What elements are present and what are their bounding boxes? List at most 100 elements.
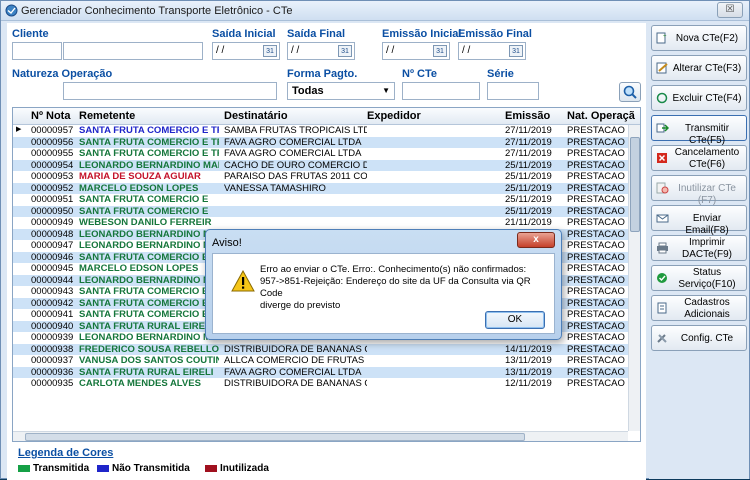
cell-remetente: SANTA FRUTA COMERCIO E TRA [79,148,219,159]
column-header-expedidor[interactable]: Expedidor [367,110,421,122]
cliente-name-input[interactable] [63,42,203,60]
email-icon [656,214,669,223]
cell-nota: 00000949 [31,217,74,228]
button-label: Status Serviço(F10) [678,267,736,290]
table-row[interactable]: 00000955 SANTA FRUTA COMERCIO E TRA FAVA A… [13,148,628,160]
cell-nota: 00000947 [31,240,74,251]
legend-label: Não Transmitida [112,463,190,474]
n-cte-label: Nº CTe [402,68,437,80]
saida-final-input[interactable]: / / 31 [287,42,355,60]
cell-nat-operacao: PRESTACAO SE [567,378,627,389]
warning-icon [231,270,255,292]
config-cte-button[interactable]: Config. CTe [651,325,747,351]
cell-destinatario: FAVA AGRO COMERCIAL LTDA [224,148,362,159]
message-line: Erro ao enviar o CTe. Erro:. Conheciment… [260,264,527,275]
calendar-icon[interactable]: 31 [509,45,523,57]
edit-icon [656,62,668,74]
cell-remetente: SANTA FRUTA COMERCIO E TRA [79,309,219,320]
saida-inicial-input[interactable]: / / 31 [212,42,280,60]
cell-nat-operacao: PRESTACAO SE [567,148,627,159]
table-row[interactable]: 00000951 SANTA FRUTA COMERCIO E 25/11/2019… [13,194,628,206]
natureza-label: Natureza Operação [12,68,113,80]
serie-input[interactable] [487,82,539,100]
cell-remetente: LEONARDO BERNARDINO M [79,240,211,251]
emissao-final-input[interactable]: / / 31 [458,42,526,60]
natureza-input[interactable] [63,82,277,100]
delete-icon [656,92,668,104]
calendar-icon[interactable]: 31 [263,45,277,57]
column-header-remetente[interactable]: Remetente [79,110,135,122]
button-label: Excluir CTe(F4) [672,93,742,104]
column-header-destinatario[interactable]: Destinatário [224,110,288,122]
cell-nota: 00000951 [31,194,74,205]
cell-remetente: LEONARDO BERNARDINO MADU [79,159,219,171]
cell-remetente: MARCELO EDSON LOPES [79,182,199,194]
table-row[interactable]: 00000950 SANTA FRUTA COMERCIO E 25/11/2019… [13,205,628,217]
cell-nota: 00000942 [31,297,74,309]
enviar-email-button[interactable]: Enviar Email(F8) [651,205,747,236]
nova-cte-button[interactable]: + Nova CTe(F2) [651,25,747,51]
search-button[interactable] [619,82,641,102]
inutilizar-cte-button[interactable]: Inutilizar CTe (F7) [651,175,747,206]
window-close-button[interactable]: ☒ [717,2,743,18]
horizontal-scrollbar[interactable] [13,431,628,441]
cell-emissao: 25/11/2019 [505,205,552,217]
table-row[interactable]: 00000953 MARIA DE SOUZA AGUIAR PARAISO DAS… [13,171,628,183]
table-row[interactable]: 00000938 FREDERICO SOUSA REBELLO E C DISTR… [13,343,628,355]
button-label: Cancelamento CTe(F6) [674,147,740,170]
button-label: Nova CTe(F2) [675,33,739,44]
cell-nat-operacao: PRESTACAO SE [567,366,627,378]
column-header-emissao[interactable]: Emissão [505,110,550,122]
scroll-thumb[interactable] [630,137,640,232]
table-row[interactable]: ▶ 00000957 SANTA FRUTA COMERCIO E TRA SAMBA… [13,125,628,137]
transmitir-cte-button[interactable]: Transmitir CTe(F5) [651,115,747,146]
cancelamento-cte-button[interactable]: Cancelamento CTe(F6) [651,145,747,171]
forma-pagto-select[interactable]: Todas ▼ [287,82,395,100]
table-row[interactable]: 00000952 MARCELO EDSON LOPES VANESSA TAMAS… [13,182,628,194]
cell-nat-operacao: PRESTACAO SE [567,286,627,297]
legend-swatch [18,464,30,472]
cell-remetente: SANTA FRUTA COMERCIO E [79,286,209,297]
column-header-nota[interactable]: Nº Nota [31,110,70,122]
imprimir-dacte-button[interactable]: Imprimir DACTe(F9) [651,235,747,261]
cell-nota: 00000940 [31,320,74,332]
column-header-nat-operacao[interactable]: Nat. Operaçã [567,110,635,122]
table-row[interactable]: 00000949 WEBESON DANILO FERREIR 21/11/2019… [13,217,628,229]
calendar-icon[interactable]: 31 [433,45,447,57]
emissao-inicial-label: Emissão Inicial [382,28,462,40]
ok-button[interactable]: OK [485,311,545,329]
table-row[interactable]: 00000935 CARLOTA MENDES ALVES DISTRIBUIDOR… [13,378,628,390]
alterar-cte-button[interactable]: Alterar CTe(F3) [651,55,747,81]
cell-nota: 00000939 [31,332,74,343]
cell-nota: 00000937 [31,355,74,366]
cell-remetente: SANTA FRUTA RURAL EIRELI [79,320,214,332]
legend-item-transmitida: Transmitida [18,463,89,474]
emissao-inicial-input[interactable]: / / 31 [382,42,450,60]
dialog-close-button[interactable]: x [517,232,555,248]
table-row[interactable]: 00000956 SANTA FRUTA COMERCIO E TRA FAVA A… [13,136,628,148]
cell-emissao: 14/11/2019 [505,343,552,355]
table-row[interactable]: 00000954 LEONARDO BERNARDINO MADU CACHO DE… [13,159,628,171]
cliente-code-input[interactable] [12,42,62,60]
button-label: Alterar CTe(F3) [672,63,742,74]
cell-nat-operacao: PRESTACAO SE [567,320,627,332]
status-servico-button[interactable]: Status Serviço(F10) [651,265,747,291]
dialog-title: Aviso! [212,237,242,249]
table-row[interactable]: 00000936 SANTA FRUTA RURAL EIRELI FAVA AGR… [13,366,628,378]
emissao-final-label: Emissão Final [458,28,532,40]
calendar-icon[interactable]: 31 [338,45,352,57]
vertical-scrollbar[interactable] [628,125,640,431]
cell-nota: 00000943 [31,286,74,297]
cell-remetente: MARIA DE SOUZA AGUIAR [79,171,201,182]
cell-nat-operacao: PRESTACAO SE [567,297,627,309]
cell-remetente: SANTA FRUTA COMERCIO E TRA [79,125,219,136]
excluir-cte-button[interactable]: Excluir CTe(F4) [651,85,747,111]
new-document-icon: + [656,32,667,44]
scroll-thumb[interactable] [25,433,525,441]
legend-swatch [97,464,109,472]
cell-emissao: 27/11/2019 [505,136,552,148]
config-icon [657,334,667,343]
table-row[interactable]: 00000937 VANUSA DOS SANTOS COUTINH ALLCA C… [13,355,628,367]
n-cte-input[interactable] [402,82,480,100]
cadastros-adicionais-button[interactable]: Cadastros Adicionais [651,295,747,321]
